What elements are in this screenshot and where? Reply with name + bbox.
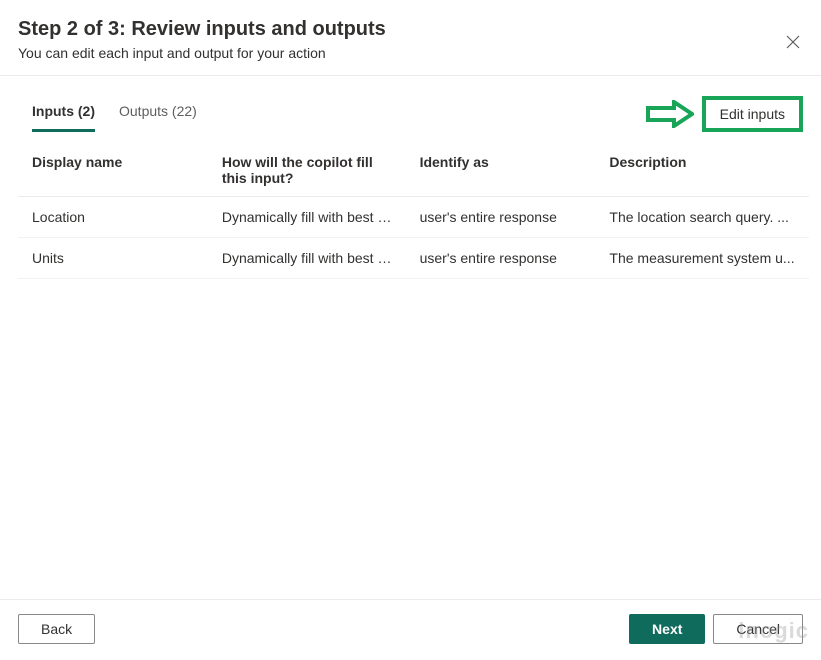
close-icon[interactable] bbox=[785, 34, 801, 50]
page-title: Step 2 of 3: Review inputs and outputs bbox=[18, 18, 803, 41]
cell-identify-as: user's entire response bbox=[406, 238, 596, 279]
table-header-row: Display name How will the copilot fill t… bbox=[18, 144, 809, 197]
cell-display-name: Units bbox=[18, 238, 208, 279]
cell-identify-as: user's entire response bbox=[406, 197, 596, 238]
dialog-header: Step 2 of 3: Review inputs and outputs Y… bbox=[0, 0, 821, 76]
back-button[interactable]: Back bbox=[18, 614, 95, 644]
cell-how-fill: Dynamically fill with best o... bbox=[208, 238, 406, 279]
inputs-table: Display name How will the copilot fill t… bbox=[18, 144, 809, 279]
table-row[interactable]: Units Dynamically fill with best o... us… bbox=[18, 238, 809, 279]
col-description: Description bbox=[595, 144, 809, 197]
edit-inputs-wrap: Edit inputs bbox=[702, 96, 803, 132]
tab-inputs[interactable]: Inputs (2) bbox=[32, 103, 95, 132]
tab-outputs[interactable]: Outputs (22) bbox=[119, 103, 197, 132]
cancel-button[interactable]: Cancel bbox=[713, 614, 803, 644]
cell-description: The location search query. ... bbox=[595, 197, 809, 238]
edit-inputs-button[interactable]: Edit inputs bbox=[702, 96, 803, 132]
cell-description: The measurement system u... bbox=[595, 238, 809, 279]
col-display-name: Display name bbox=[18, 144, 208, 197]
toolbar: Inputs (2) Outputs (22) Edit inputs bbox=[0, 76, 821, 132]
next-button[interactable]: Next bbox=[629, 614, 705, 644]
arrow-icon bbox=[646, 100, 694, 128]
page-subtitle: You can edit each input and output for y… bbox=[18, 45, 803, 61]
cell-display-name: Location bbox=[18, 197, 208, 238]
dialog-footer: Back Next Cancel bbox=[0, 599, 821, 660]
table-row[interactable]: Location Dynamically fill with best o...… bbox=[18, 197, 809, 238]
col-identify-as: Identify as bbox=[406, 144, 596, 197]
tabs: Inputs (2) Outputs (22) bbox=[32, 103, 197, 132]
col-how-fill: How will the copilot fill this input? bbox=[208, 144, 406, 197]
cell-how-fill: Dynamically fill with best o... bbox=[208, 197, 406, 238]
